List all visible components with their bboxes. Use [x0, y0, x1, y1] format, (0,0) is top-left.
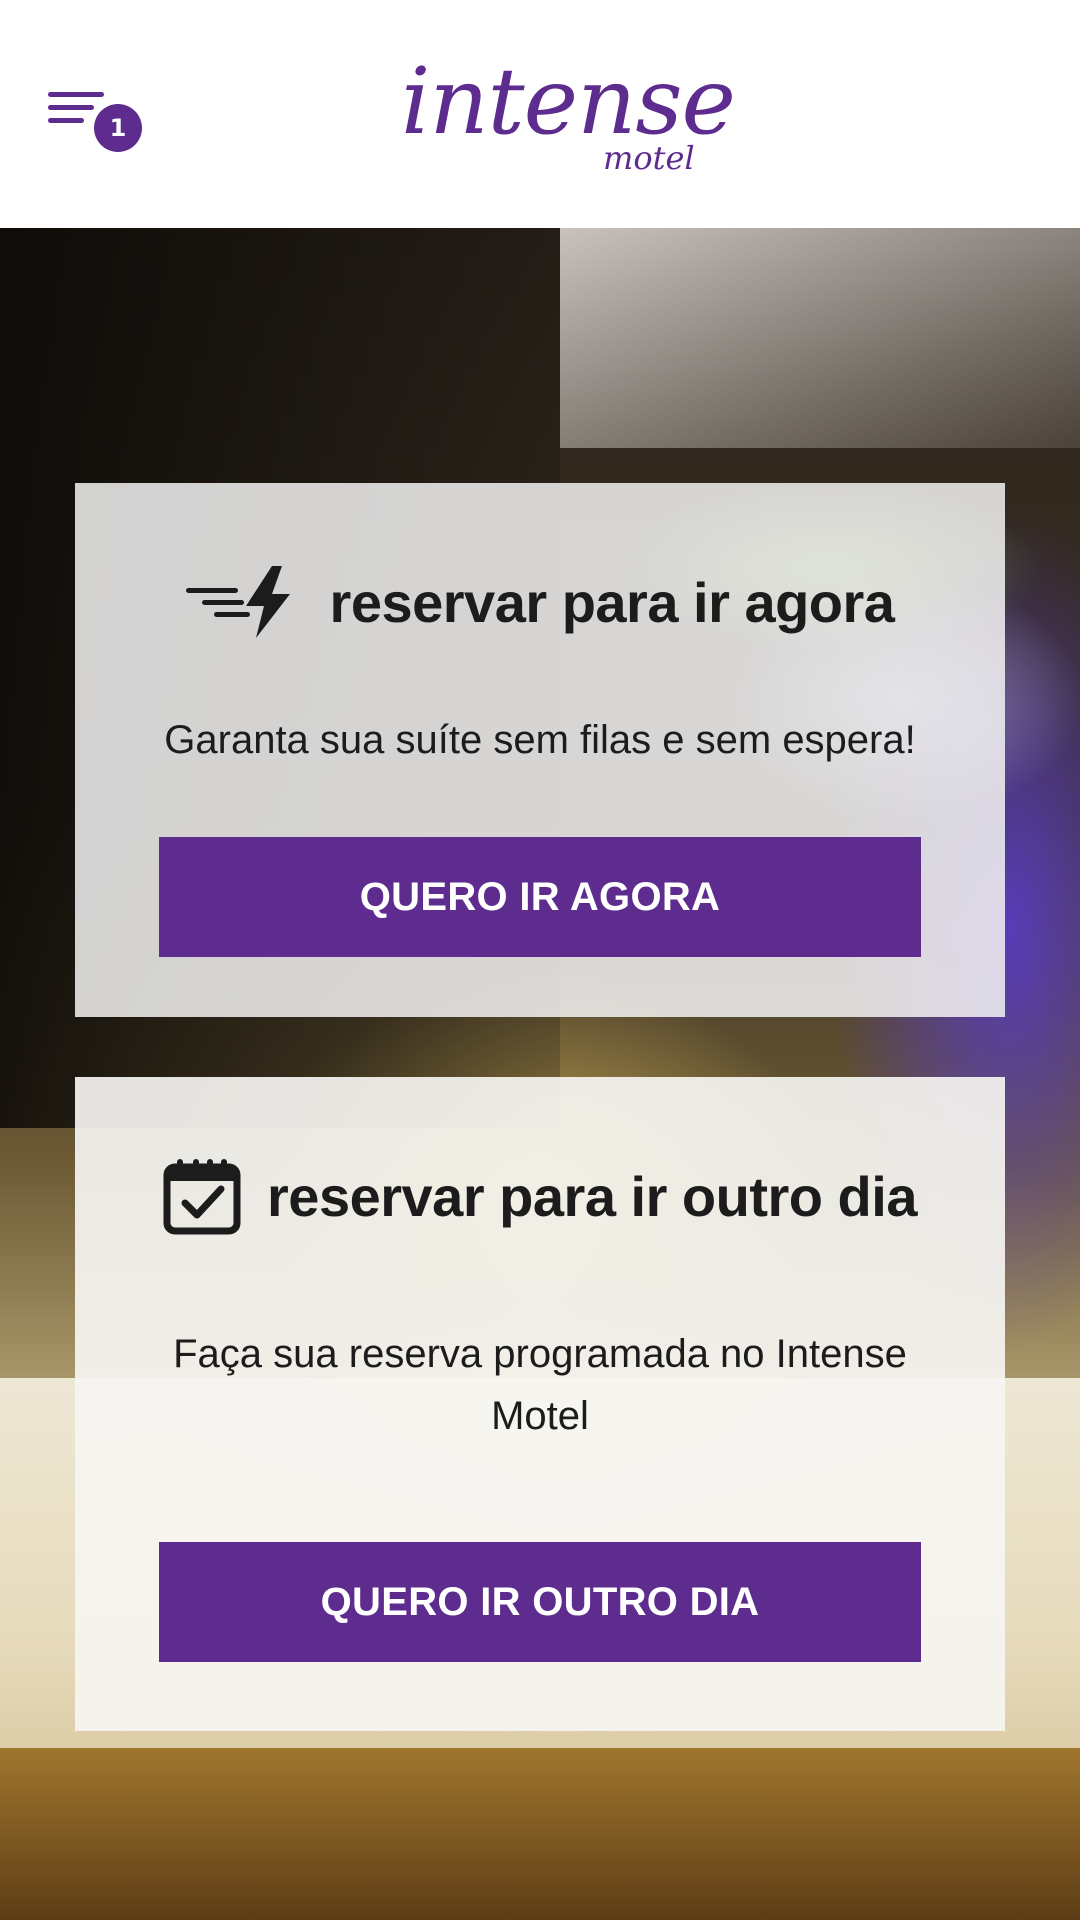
reserve-now-card: reservar para ir agora Garanta sua suíte… — [75, 483, 1005, 1017]
logo-subtitle: motel — [603, 139, 695, 177]
go-other-day-button[interactable]: QUERO IR OUTRO DIA — [159, 1542, 921, 1662]
reserve-other-day-description: Faça sua reserva programada no Intense M… — [173, 1332, 907, 1438]
background-ceiling — [560, 228, 1080, 448]
reserve-now-description: Garanta sua suíte sem filas e sem espera… — [164, 718, 916, 762]
reserve-now-heading: reservar para ir agora — [75, 557, 1005, 647]
reserve-other-day-heading: reservar para ir outro dia — [75, 1151, 1005, 1241]
reserve-other-day-card: reservar para ir outro dia Faça sua rese… — [75, 1077, 1005, 1731]
go-now-button[interactable]: QUERO IR AGORA — [159, 837, 921, 957]
calendar-check-icon — [163, 1159, 241, 1235]
background-floor — [0, 1748, 1080, 1920]
reserve-now-title: reservar para ir agora — [329, 570, 895, 634]
app-header: 1 intense motel — [0, 0, 1080, 228]
fast-lightning-icon — [185, 566, 290, 638]
menu-notification-badge: 1 — [94, 104, 142, 152]
brand-logo[interactable]: intense motel — [395, 50, 736, 180]
reserve-other-day-title: reservar para ir outro dia — [267, 1164, 917, 1228]
